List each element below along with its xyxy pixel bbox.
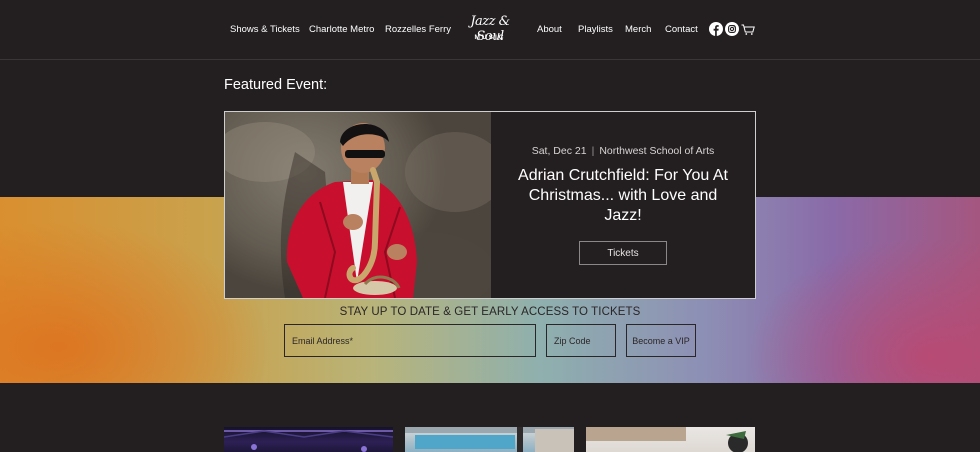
nav-shows-tickets[interactable]: Shows & Tickets — [230, 24, 300, 35]
nav-playlists[interactable]: Playlists — [578, 24, 613, 35]
stage-lights-image — [224, 430, 393, 452]
saxophonist-illustration — [225, 112, 491, 298]
zip-code-field[interactable] — [546, 324, 616, 357]
instagram-icon[interactable] — [725, 22, 739, 36]
become-vip-button[interactable]: Become a VIP — [626, 324, 696, 357]
cart-icon[interactable] — [741, 22, 755, 36]
event-thumbnail-1[interactable] — [224, 427, 393, 452]
site-header: Shows & Tickets Charlotte Metro Rozzelle… — [0, 0, 980, 60]
featured-heading: Featured Event: — [224, 77, 328, 93]
event-info: Sat, Dec 21 | Northwest School of Arts Adr… — [491, 112, 755, 298]
logo-subtitle: MUSIC — [474, 34, 506, 41]
event-thumbnail-2[interactable] — [405, 427, 574, 452]
site-logo[interactable]: Jazz & Soul MUSIC — [456, 14, 524, 46]
outdoor-venue-image — [405, 427, 574, 452]
event-title[interactable]: Adrian Crutchfield: For You At Christmas… — [509, 166, 737, 226]
meta-divider: | — [591, 145, 595, 157]
nav-charlotte-metro[interactable]: Charlotte Metro — [309, 24, 374, 35]
performer-image — [586, 427, 748, 452]
nav-contact[interactable]: Contact — [665, 24, 698, 35]
nav-merch[interactable]: Merch — [625, 24, 651, 35]
signup-heading: STAY UP TO DATE & GET EARLY ACCESS TO TI… — [339, 306, 641, 318]
event-date: Sat, Dec 21 — [531, 145, 587, 157]
event-thumbnail-3[interactable] — [586, 427, 755, 452]
tickets-button[interactable]: Tickets — [579, 241, 667, 265]
event-meta: Sat, Dec 21 | Northwest School of Arts — [491, 145, 755, 157]
nav-about[interactable]: About — [537, 24, 562, 35]
nav-rozzelles-ferry[interactable]: Rozzelles Ferry — [385, 24, 451, 35]
facebook-icon[interactable] — [709, 22, 723, 36]
event-venue: Northwest School of Arts — [599, 145, 715, 157]
featured-event-card: Sat, Dec 21 | Northwest School of Arts Adr… — [224, 111, 756, 299]
event-photo[interactable] — [225, 112, 491, 298]
email-field[interactable] — [284, 324, 536, 357]
